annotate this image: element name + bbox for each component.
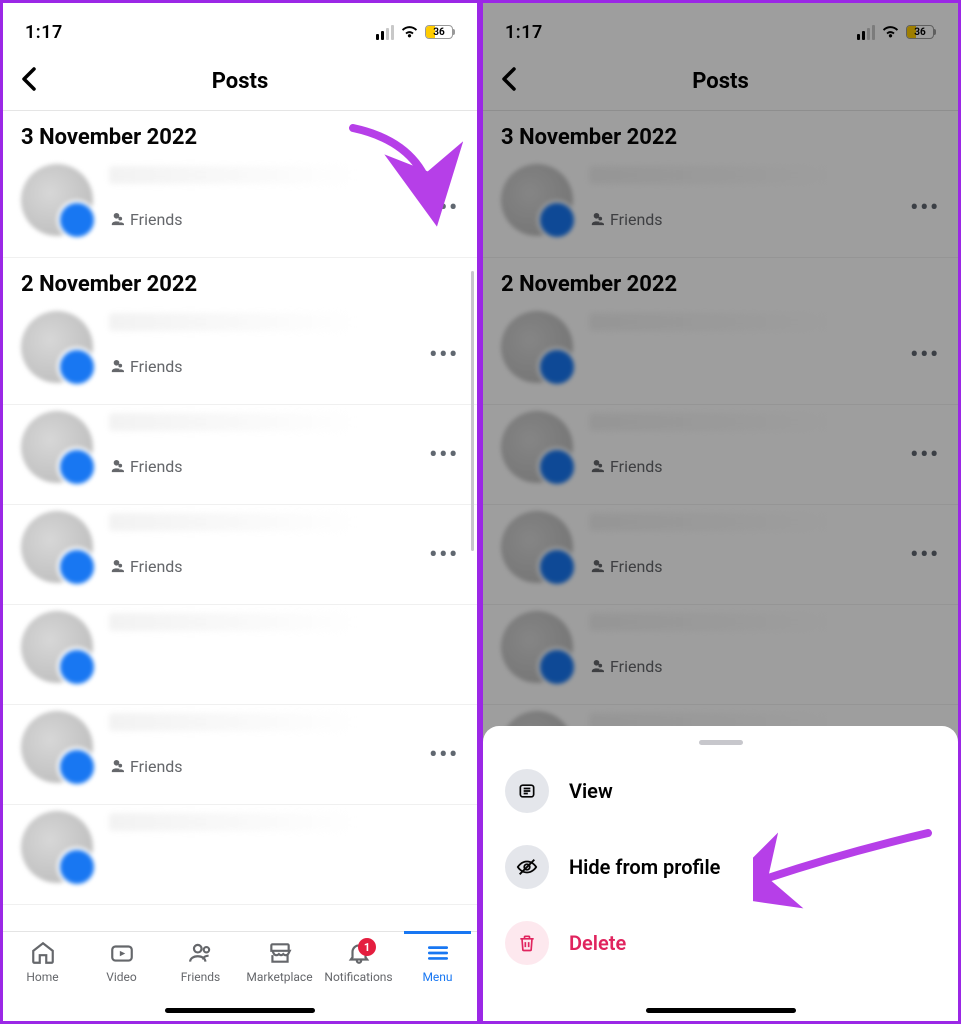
post-more-button[interactable]: ••• <box>429 442 459 467</box>
battery-icon: 36 <box>425 25 455 39</box>
post-row: Friends ••• <box>483 405 958 505</box>
post-more-button[interactable]: ••• <box>429 542 459 567</box>
battery-icon: 36 <box>906 25 936 39</box>
left-screenshot: 1:17 36 Posts 3 November 2022 Friends ••… <box>0 0 480 1024</box>
wifi-icon <box>881 22 900 43</box>
back-button[interactable] <box>21 65 37 98</box>
avatar <box>21 411 93 483</box>
privacy-indicator: Friends <box>109 210 463 229</box>
post-row: Friends ••• <box>483 505 958 605</box>
post-row[interactable]: Friends ••• <box>3 405 477 505</box>
cellular-icon <box>376 25 394 40</box>
friends-icon <box>188 940 214 966</box>
tab-notifications[interactable]: 1 Notifications <box>319 940 398 1021</box>
post-row: Friends ••• <box>483 158 958 258</box>
post-row[interactable] <box>3 605 477 705</box>
date-header: 2 November 2022 <box>3 258 477 305</box>
tab-label: Video <box>106 970 137 984</box>
home-icon <box>30 940 56 966</box>
avatar <box>21 164 93 236</box>
wifi-icon <box>400 22 419 43</box>
scrollbar[interactable] <box>471 271 474 551</box>
avatar <box>21 511 93 583</box>
post-row[interactable]: Friends ••• <box>3 505 477 605</box>
right-screenshot: 1:17 36 Posts 3 November 2022 Friends ••… <box>480 0 961 1024</box>
sheet-delete[interactable]: Delete <box>495 905 946 981</box>
tab-home[interactable]: Home <box>3 940 82 1021</box>
eye-slash-icon <box>505 845 549 889</box>
posts-list[interactable]: 3 November 2022 Friends ••• 2 November 2… <box>3 111 477 931</box>
avatar <box>21 811 93 883</box>
tab-label: Notifications <box>324 970 392 984</box>
status-time: 1:17 <box>25 22 63 43</box>
post-more-button[interactable]: ••• <box>429 342 459 367</box>
sheet-hide-from-profile[interactable]: Hide from profile <box>495 829 946 905</box>
avatar <box>21 311 93 383</box>
post-row[interactable] <box>3 805 477 905</box>
home-indicator[interactable] <box>165 1008 315 1013</box>
date-header: 3 November 2022 <box>3 111 477 158</box>
tab-video[interactable]: Video <box>82 940 161 1021</box>
list-icon <box>505 769 549 813</box>
post-more-button[interactable]: ••• <box>429 195 459 220</box>
video-icon <box>109 940 135 966</box>
back-button[interactable] <box>501 65 517 98</box>
tab-label: Friends <box>181 970 220 984</box>
sheet-view[interactable]: View <box>495 753 946 829</box>
post-row: Friends <box>483 605 958 705</box>
sheet-label: Delete <box>569 931 626 955</box>
post-row[interactable]: Friends ••• <box>3 305 477 405</box>
tab-label: Marketplace <box>246 970 312 984</box>
nav-header: Posts <box>483 53 958 111</box>
tab-label: Menu <box>422 970 452 984</box>
redacted-text <box>109 166 357 184</box>
sheet-grabber[interactable] <box>699 740 743 745</box>
sheet-label: View <box>569 779 613 803</box>
post-more-button[interactable]: ••• <box>429 742 459 767</box>
avatar <box>21 611 93 683</box>
status-bar: 1:17 36 <box>483 3 958 53</box>
status-right: 36 <box>376 22 455 43</box>
post-body: Friends <box>109 164 463 229</box>
nav-header: Posts <box>3 53 477 111</box>
post-row[interactable]: Friends ••• <box>3 158 477 258</box>
cellular-icon <box>857 25 875 40</box>
privacy-label: Friends <box>130 210 183 229</box>
tab-label: Home <box>26 970 58 984</box>
sheet-label: Hide from profile <box>569 855 720 879</box>
home-indicator[interactable] <box>646 1008 796 1013</box>
notification-badge: 1 <box>358 938 376 956</box>
status-bar: 1:17 36 <box>3 3 477 53</box>
marketplace-icon <box>267 940 293 966</box>
post-row: ••• <box>483 305 958 405</box>
avatar <box>21 711 93 783</box>
page-title: Posts <box>212 69 269 94</box>
action-sheet: View Hide from profile Delete <box>483 726 958 1021</box>
post-row[interactable]: Friends ••• <box>3 705 477 805</box>
menu-icon <box>425 940 451 966</box>
tab-menu[interactable]: Menu <box>398 940 477 1021</box>
trash-icon <box>505 921 549 965</box>
